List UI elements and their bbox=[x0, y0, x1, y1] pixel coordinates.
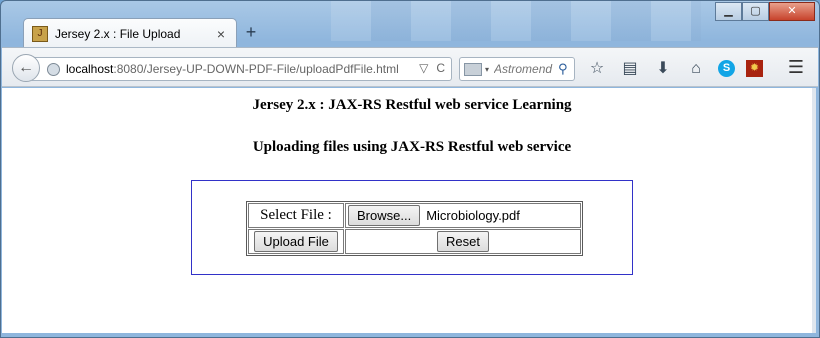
url-bar[interactable]: localhost :8080/Jersey-UP-DOWN-PDF-File/… bbox=[32, 57, 452, 81]
search-engine-icon[interactable] bbox=[464, 62, 482, 76]
reload-icon[interactable]: C bbox=[436, 61, 445, 75]
browse-button[interactable]: Browse... bbox=[348, 205, 421, 226]
menu-icon[interactable]: ☰ bbox=[788, 57, 804, 78]
url-dropdown-icon[interactable]: ▽ bbox=[419, 61, 428, 75]
search-input[interactable] bbox=[494, 62, 557, 76]
navigation-bar: localhost :8080/Jersey-UP-DOWN-PDF-File/… bbox=[2, 47, 818, 87]
selected-file-name: Microbiology.pdf bbox=[426, 208, 520, 223]
select-file-label: Select File : bbox=[248, 203, 344, 228]
page-subtitle: Uploading files using JAX-RS Restful web… bbox=[252, 139, 572, 155]
browser-window: J Jersey 2.x : File Upload × + ▁ ▢ ✕ loc… bbox=[0, 0, 820, 338]
upload-form: Select File : Browse... Microbiology.pdf … bbox=[191, 180, 633, 275]
globe-icon bbox=[47, 62, 60, 76]
upload-file-button[interactable]: Upload File bbox=[254, 231, 338, 252]
tab-title: Jersey 2.x : File Upload bbox=[55, 26, 181, 41]
upload-table: Select File : Browse... Microbiology.pdf … bbox=[246, 201, 583, 256]
addon-icon[interactable]: ✹ bbox=[746, 60, 763, 77]
engine-caret-icon[interactable]: ▾ bbox=[485, 65, 489, 74]
page-content: Jersey 2.x : JAX-RS Restful web service … bbox=[2, 88, 814, 333]
window-controls: ▁ ▢ ✕ bbox=[715, 2, 815, 21]
close-window-button[interactable]: ✕ bbox=[769, 2, 815, 21]
search-icon[interactable]: ⚲ bbox=[558, 61, 568, 77]
download-icon[interactable]: ⬇ bbox=[652, 59, 674, 79]
url-host: localhost bbox=[66, 62, 114, 76]
new-tab-button[interactable]: + bbox=[243, 22, 259, 43]
url-path: :8080/Jersey-UP-DOWN-PDF-File/uploadPdfF… bbox=[113, 62, 399, 76]
minimize-button[interactable]: ▁ bbox=[715, 2, 742, 21]
bookmark-star-icon[interactable]: ☆ bbox=[586, 59, 608, 79]
home-icon[interactable]: ⌂ bbox=[685, 59, 707, 79]
tab-file-upload[interactable]: J Jersey 2.x : File Upload × bbox=[23, 18, 237, 48]
tab-strip: J Jersey 2.x : File Upload × + ▁ ▢ ✕ bbox=[1, 1, 819, 48]
file-input: Browse... Microbiology.pdf bbox=[345, 203, 581, 228]
reset-button[interactable]: Reset bbox=[437, 231, 489, 252]
toolbar-icons: ☆ ▤ ⬇ ⌂ S ✹ bbox=[586, 59, 763, 79]
tab-close-icon[interactable]: × bbox=[214, 26, 228, 42]
window-edge bbox=[812, 88, 816, 333]
back-button[interactable]: ← bbox=[12, 54, 40, 82]
maximize-button[interactable]: ▢ bbox=[742, 2, 769, 21]
page-title: Jersey 2.x : JAX-RS Restful web service … bbox=[252, 97, 572, 113]
search-bar[interactable]: ▾ ⚲ bbox=[459, 57, 575, 81]
skype-icon[interactable]: S bbox=[718, 60, 735, 77]
reading-list-icon[interactable]: ▤ bbox=[619, 59, 641, 79]
jersey-favicon-icon: J bbox=[32, 25, 48, 42]
